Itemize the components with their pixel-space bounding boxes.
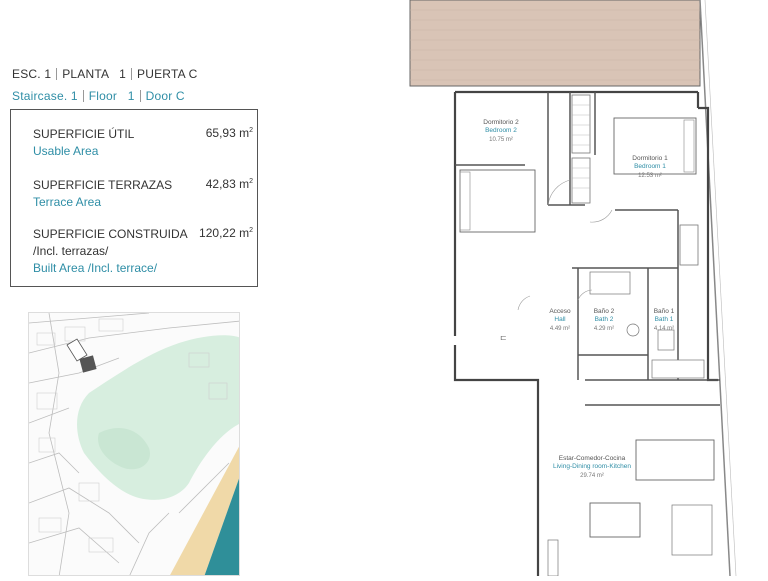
terrace-area-row: SUPERFICIE TERRAZAS Terrace Area 42,83 m…: [33, 177, 253, 211]
terrace-area-value: 42,83 m2: [205, 177, 253, 191]
area-summary-card: SUPERFICIE ÚTIL Usable Area 65,93 m2 SUP…: [10, 109, 258, 287]
bath1-area: 4.14 m²: [654, 326, 674, 332]
staircase-en: Staircase. 1: [12, 89, 78, 103]
built-area-label-en: Built Area /Incl. terrace/: [33, 261, 158, 275]
built-area-value: 120,22 m2: [199, 226, 253, 240]
unit-header-en: Staircase. 1 Floor 1 Door C: [12, 89, 185, 103]
boundary-wall-inner: [704, 0, 737, 577]
hall-label-en: Hall: [554, 316, 566, 323]
bath1-label-en: Bath 1: [655, 316, 674, 323]
terrace-area-label-en: Terrace Area: [33, 195, 102, 209]
divider: [56, 68, 58, 80]
unit-header-es: ESC. 1 PLANTA 1 PUERTA C: [12, 67, 198, 81]
bath-2-toilet: [626, 323, 640, 337]
hall-area: 4.49 m²: [550, 326, 570, 332]
usable-area-value: 65,93 m2: [205, 126, 253, 140]
kitchen-island: [635, 439, 715, 481]
usable-area-row: SUPERFICIE ÚTIL Usable Area 65,93 m2: [33, 126, 253, 160]
divider: [82, 90, 84, 102]
bedroom2-label-en: Bedroom 2: [485, 127, 517, 134]
staircase-es: ESC. 1: [12, 67, 52, 81]
bedroom2-label: Dormitorio 2: [483, 119, 519, 126]
entrance-icon: ⊏: [500, 333, 507, 342]
built-area-row: SUPERFICIE CONSTRUIDA /Incl. terrazas/ B…: [33, 226, 253, 277]
divider: [131, 68, 133, 80]
bath-1-toilet: [657, 329, 675, 351]
boundary-wall: [699, 0, 731, 577]
floor-plan-drawing: ⊏ Dormitorio 2 Bedroom 2 10.75 m² Dormit…: [409, 0, 737, 577]
living-label: Estar-Comedor-Cocina: [559, 455, 626, 462]
bed-bedroom-2: [459, 169, 536, 233]
dining-table: [589, 502, 641, 538]
sofa: [547, 539, 559, 577]
bath-1-tub: [651, 359, 705, 379]
bath2-area: 4.29 m²: [594, 326, 614, 332]
location-map: [28, 312, 240, 576]
bedroom1-area: 12.53 m²: [638, 173, 662, 179]
kitchen-counter: [671, 504, 713, 556]
living-label-en: Living-Dining room-Kitchen: [553, 463, 631, 470]
bath2-label-en: Bath 2: [595, 316, 614, 323]
location-map-drawing: [29, 313, 239, 575]
bedroom1-label-en: Bedroom 1: [634, 163, 666, 170]
bath-2-shower: [589, 271, 631, 295]
door-es: PUERTA C: [137, 67, 198, 81]
terrace: [409, 0, 701, 87]
usable-area-label-en: Usable Area: [33, 144, 99, 158]
floor-es: PLANTA 1: [62, 67, 127, 81]
bath2-label: Baño 2: [594, 308, 615, 315]
floor-plan: ⊏ Dormitorio 2 Bedroom 2 10.75 m² Dormit…: [400, 0, 768, 577]
hall-label: Acceso: [549, 308, 571, 315]
bedroom1-label: Dormitorio 1: [632, 155, 668, 162]
living-area: 29.74 m²: [580, 473, 604, 479]
bath1-label: Baño 1: [654, 308, 675, 315]
door-en: Door C: [145, 89, 185, 103]
floor-en: Floor 1: [88, 89, 135, 103]
built-area-label-2: /Incl. terrazas/: [33, 244, 109, 258]
divider: [139, 90, 141, 102]
bedroom2-area: 10.75 m²: [489, 137, 513, 143]
